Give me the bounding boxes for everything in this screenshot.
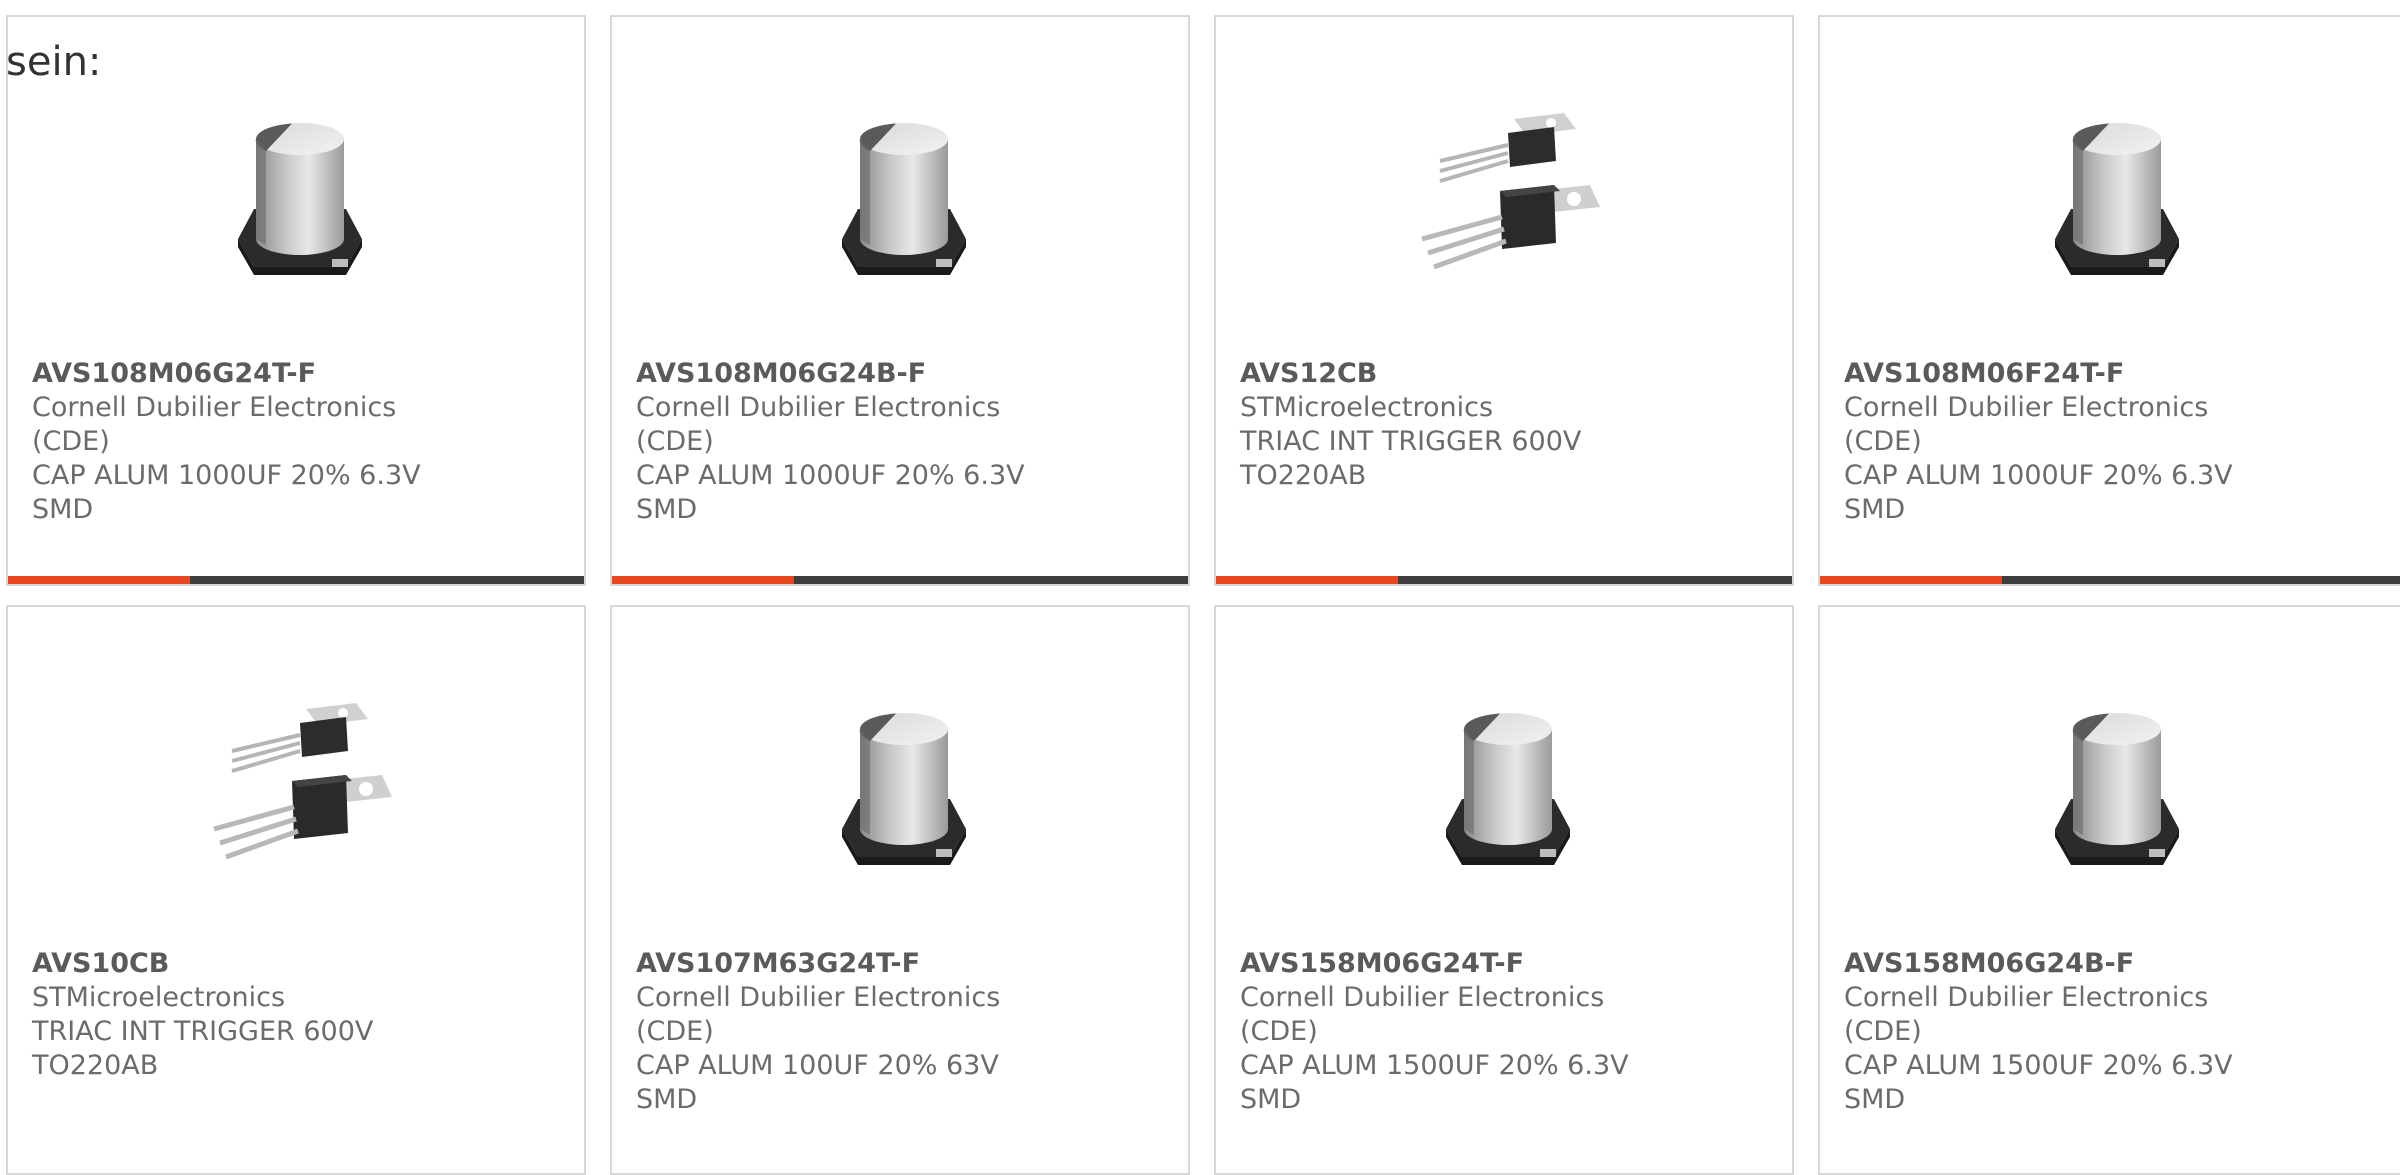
capacitor-image[interactable] [2013,689,2213,889]
description: TRIAC INT TRIGGER 600V TO220AB [1240,426,1582,491]
manufacturer: STMicroelectronics [32,982,286,1013]
accent-bar [1216,576,1398,584]
card-footer-bar [8,576,584,584]
manufacturer: Cornell Dubilier Electronics (CDE) [636,392,1001,457]
description: CAP ALUM 1000UF 20% 6.3V SMD [636,460,1025,525]
description: CAP ALUM 1000UF 20% 6.3V SMD [32,460,421,525]
manufacturer: Cornell Dubilier Electronics (CDE) [636,982,1001,1047]
part-number[interactable]: AVS158M06G24T-F [1240,947,1660,981]
capacitor-image[interactable] [2013,99,2213,299]
product-card[interactable]: AVS158M06G24T-F Cornell Dubilier Electro… [1214,605,1794,1175]
manufacturer: STMicroelectronics [1240,392,1494,423]
accent-bar [612,576,794,584]
capacitor-image[interactable] [196,99,396,299]
product-card[interactable]: AVS158M06G24B-F Cornell Dubilier Electro… [1818,605,2400,1175]
description: TRIAC INT TRIGGER 600V TO220AB [32,1016,374,1081]
description: CAP ALUM 1500UF 20% 6.3V SMD [1844,1050,2233,1115]
product-card[interactable]: AVS12CB STMicroelectronics TRIAC INT TRI… [1214,15,1794,586]
description: CAP ALUM 1500UF 20% 6.3V SMD [1240,1050,1629,1115]
product-card[interactable]: AVS108M06G24B-F Cornell Dubilier Electro… [610,15,1190,586]
part-number[interactable]: AVS10CB [32,947,452,981]
product-card[interactable]: AVS108M06G24T-F Cornell Dubilier Electro… [6,15,586,586]
part-number[interactable]: AVS107M63G24T-F [636,947,1056,981]
product-card[interactable]: AVS108M06F24T-F Cornell Dubilier Electro… [1818,15,2400,586]
part-number[interactable]: AVS108M06F24T-F [1844,357,2264,391]
accent-bar [1820,576,2002,584]
to220-image[interactable] [1404,99,1604,299]
description: CAP ALUM 100UF 20% 63V SMD [636,1050,999,1115]
card-footer-bar [1820,576,2400,584]
capacitor-image[interactable] [800,689,1000,889]
accent-bar [8,576,190,584]
capacitor-image[interactable] [1404,689,1604,889]
part-number[interactable]: AVS108M06G24T-F [32,357,452,391]
part-number[interactable]: AVS108M06G24B-F [636,357,1056,391]
lead-text: sein: [6,39,102,85]
card-footer-bar [612,576,1188,584]
manufacturer: Cornell Dubilier Electronics (CDE) [1844,392,2209,457]
card-footer-bar [1216,576,1792,584]
to220-image[interactable] [196,689,396,889]
part-number[interactable]: AVS158M06G24B-F [1844,947,2264,981]
part-number[interactable]: AVS12CB [1240,357,1660,391]
product-card[interactable]: AVS10CB STMicroelectronics TRIAC INT TRI… [6,605,586,1175]
capacitor-image[interactable] [800,99,1000,299]
manufacturer: Cornell Dubilier Electronics (CDE) [1844,982,2209,1047]
product-card[interactable]: AVS107M63G24T-F Cornell Dubilier Electro… [610,605,1190,1175]
description: CAP ALUM 1000UF 20% 6.3V SMD [1844,460,2233,525]
manufacturer: Cornell Dubilier Electronics (CDE) [32,392,397,457]
manufacturer: Cornell Dubilier Electronics (CDE) [1240,982,1605,1047]
